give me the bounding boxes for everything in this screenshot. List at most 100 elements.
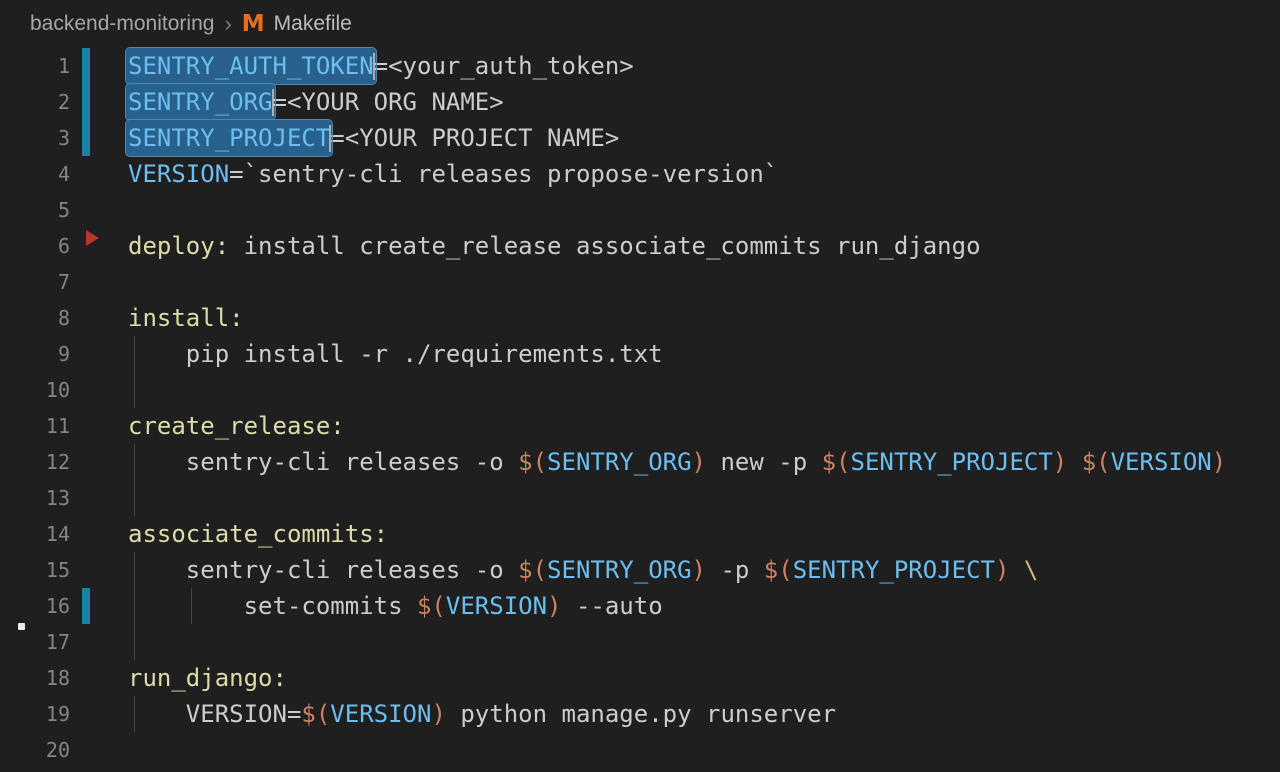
breadcrumb: backend-monitoring › M Makefile [0, 0, 1280, 48]
code-token: new -p [706, 448, 822, 476]
code-line-row: 14 associate_commits: [0, 516, 1280, 552]
line-number[interactable]: 16 [0, 588, 70, 624]
code-token: =`sentry-cli releases propose-version` [229, 160, 778, 188]
code-line[interactable]: run_django: [128, 660, 1280, 696]
code-line-row: 5 [0, 192, 1280, 228]
code-line-row: 17 [0, 624, 1280, 660]
code-line-row: 2 SENTRY_ORG=<YOUR ORG NAME> [0, 84, 1280, 120]
code-line-row: 12 sentry-cli releases -o $( SENTRY_ORG) … [0, 444, 1280, 480]
code-line-row: 18 run_django: [0, 660, 1280, 696]
indent-guide [134, 372, 135, 408]
code-line[interactable] [128, 732, 1280, 768]
code-line-row: 15 sentry-cli releases -o $(SENTRY_ORG) … [0, 552, 1280, 588]
gutter-spacer [82, 444, 90, 480]
line-number[interactable]: 9 [0, 336, 70, 372]
breadcrumb-file[interactable]: Makefile [274, 12, 352, 36]
code-line[interactable] [128, 264, 1280, 300]
code-token: ) [547, 592, 561, 620]
gutter-triangle-icon [86, 230, 99, 246]
code-line[interactable]: SENTRY_AUTH_TOKEN=<your_auth_token> [128, 48, 1280, 84]
code-token: $( [417, 592, 446, 620]
code-line-row: 4 VERSION=`sentry-cli releases propose-ve… [0, 156, 1280, 192]
code-line[interactable] [128, 192, 1280, 228]
code-token: ) [1212, 448, 1226, 476]
makefile-icon: M [242, 11, 265, 37]
selected-token: SENTRY_AUTH_TOKEN [126, 48, 376, 84]
code-token: associate_commits: [128, 520, 388, 548]
gutter-spacer [82, 372, 90, 408]
code-token: VERSION [330, 700, 431, 728]
code-line[interactable]: SENTRY_ORG=<YOUR ORG NAME> [128, 84, 1280, 120]
selected-token: SENTRY_PROJECT [126, 120, 332, 156]
modified-gutter-bar [82, 84, 90, 120]
code-token: ) [692, 448, 706, 476]
code-line[interactable] [128, 624, 1280, 660]
line-number[interactable]: 15 [0, 552, 70, 588]
line-number[interactable]: 10 [0, 372, 70, 408]
indent-guide [134, 480, 135, 516]
code-line[interactable]: SENTRY_PROJECT=<YOUR PROJECT NAME> [128, 120, 1280, 156]
line-number[interactable]: 6 [0, 228, 70, 264]
indent-guide [134, 696, 135, 732]
line-number[interactable]: 8 [0, 300, 70, 336]
code-line[interactable]: VERSION=`sentry-cli releases propose-ver… [128, 156, 1280, 192]
gutter-spacer [82, 624, 90, 660]
code-line[interactable]: create_release: [128, 408, 1280, 444]
code-line[interactable]: sentry-cli releases -o $( SENTRY_ORG) new… [128, 444, 1280, 480]
line-number[interactable]: 19 [0, 696, 70, 732]
line-number[interactable]: 17 [0, 624, 70, 660]
code-line-row: 8 install: [0, 300, 1280, 336]
line-number[interactable]: 4 [0, 156, 70, 192]
indent-guide [134, 624, 135, 660]
gutter-spacer [82, 732, 90, 768]
code-line[interactable]: sentry-cli releases -o $(SENTRY_ORG) -p … [128, 552, 1280, 588]
line-number[interactable]: 7 [0, 264, 70, 300]
line-number[interactable]: 11 [0, 408, 70, 444]
line-number[interactable]: 20 [0, 732, 70, 768]
breadcrumb-chevron-icon: › [224, 11, 231, 37]
code-line[interactable]: VERSION=$(VERSION) python manage.py runs… [128, 696, 1280, 732]
code-token: ) [431, 700, 445, 728]
line-number[interactable]: 3 [0, 120, 70, 156]
code-line-row: 6 deploy: install create_release associat… [0, 228, 1280, 264]
line-number[interactable]: 13 [0, 480, 70, 516]
indent-guide [134, 588, 135, 624]
code-line[interactable]: pip install -r ./requirements.txt [128, 336, 1280, 372]
code-line[interactable]: associate_commits: [128, 516, 1280, 552]
code-line-row: 13 [0, 480, 1280, 516]
code-line[interactable]: install: [128, 300, 1280, 336]
code-line-row: 20 [0, 732, 1280, 768]
line-number[interactable]: 1 [0, 48, 70, 84]
code-token: VERSION [1111, 448, 1212, 476]
breadcrumb-folder[interactable]: backend-monitoring [30, 12, 214, 36]
gutter-spacer [82, 192, 90, 228]
gutter-spacer [82, 660, 90, 696]
code-line-row: 19 VERSION=$(VERSION) python manage.py r… [0, 696, 1280, 732]
code-line[interactable]: set-commits $(VERSION) --auto [128, 588, 1280, 624]
code-token: VERSION= [128, 700, 301, 728]
code-line[interactable] [128, 372, 1280, 408]
code-line[interactable]: deploy: install create_release associate… [128, 228, 1280, 264]
line-number[interactable]: 5 [0, 192, 70, 228]
line-number[interactable]: 12 [0, 444, 70, 480]
code-editor[interactable]: 1 SENTRY_AUTH_TOKEN=<your_auth_token> 2 SEN… [0, 48, 1280, 768]
code-token: ) [995, 556, 1009, 584]
code-token: SENTRY_ORG [547, 448, 692, 476]
code-line[interactable] [128, 480, 1280, 516]
line-number[interactable]: 2 [0, 84, 70, 120]
gutter-spacer [82, 552, 90, 588]
code-token: pip install -r ./requirements.txt [128, 340, 663, 368]
code-token: SENTRY_PROJECT [851, 448, 1053, 476]
code-token [1067, 448, 1081, 476]
code-token: $( [1082, 448, 1111, 476]
code-line-row: 7 [0, 264, 1280, 300]
code-token: sentry-cli releases -o [128, 448, 518, 476]
line-number[interactable]: 18 [0, 660, 70, 696]
line-number[interactable]: 14 [0, 516, 70, 552]
gutter-spacer [82, 264, 90, 300]
selected-token: SENTRY_ORG [126, 84, 275, 120]
modified-gutter-bar [82, 588, 90, 624]
code-token: SENTRY_ORG [547, 556, 692, 584]
code-token: $( [301, 700, 330, 728]
code-token: \ [1024, 556, 1038, 584]
